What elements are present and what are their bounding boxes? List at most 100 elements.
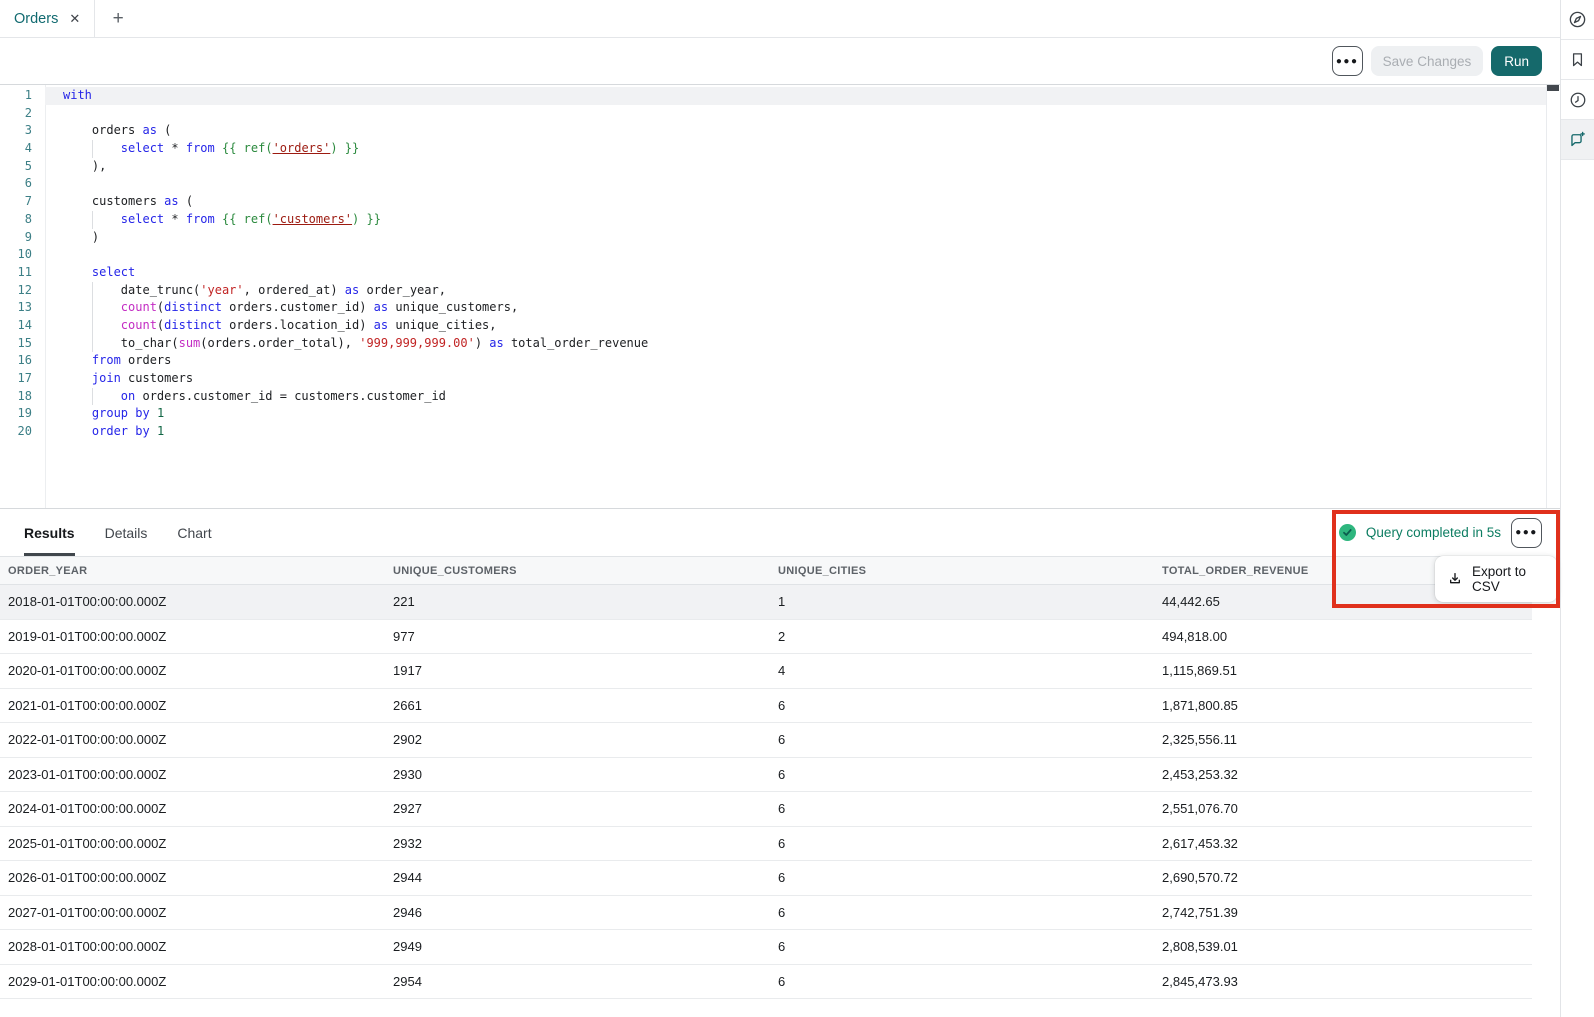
results-tab-results[interactable]: Results: [24, 509, 75, 556]
table-row[interactable]: 2026-01-01T00:00:00.000Z294462,690,570.7…: [0, 861, 1532, 896]
code-line-content: to_char(sum(orders.order_total), '999,99…: [45, 335, 1546, 353]
code-token: [63, 389, 121, 403]
line-number: 13: [0, 299, 45, 317]
code-line[interactable]: 8 select * from {{ ref('customers') }}: [0, 211, 1546, 229]
code-line[interactable]: 19 group by 1: [0, 405, 1546, 423]
code-token: distinct: [164, 300, 222, 314]
code-line-content: ): [45, 229, 1546, 247]
code-token: [63, 265, 92, 279]
code-token: unique_customers,: [388, 300, 518, 314]
more-options-button[interactable]: ●●●: [1332, 46, 1363, 76]
line-number: 2: [0, 105, 45, 123]
code-line-content: from orders: [45, 352, 1546, 370]
code-token: (: [179, 194, 193, 208]
line-number: 4: [0, 140, 45, 158]
code-token: from: [186, 212, 215, 226]
table-row[interactable]: 2021-01-01T00:00:00.000Z266161,871,800.8…: [0, 689, 1532, 724]
table-row[interactable]: 2025-01-01T00:00:00.000Z293262,617,453.3…: [0, 827, 1532, 862]
code-line[interactable]: 6: [0, 175, 1546, 193]
code-token: as: [374, 318, 388, 332]
table-row[interactable]: 2018-01-01T00:00:00.000Z221144,442.65: [0, 585, 1532, 620]
editor-tabbar: Orders ✕ +: [0, 0, 1560, 38]
code-line[interactable]: 9 ): [0, 229, 1546, 247]
table-row[interactable]: 2027-01-01T00:00:00.000Z294662,742,751.3…: [0, 896, 1532, 931]
tab-orders[interactable]: Orders ✕: [0, 0, 95, 37]
sidebar-item-history[interactable]: [1561, 80, 1594, 120]
code-line[interactable]: 1with: [0, 87, 1546, 105]
export-to-csv-menu-item[interactable]: Export to CSV: [1435, 556, 1557, 602]
results-tab-details[interactable]: Details: [105, 509, 148, 556]
line-number: 14: [0, 317, 45, 335]
table-cell: 1,115,869.51: [1154, 663, 1532, 678]
code-token: [150, 406, 157, 420]
table-row[interactable]: 2022-01-01T00:00:00.000Z290262,325,556.1…: [0, 723, 1532, 758]
table-row[interactable]: 2029-01-01T00:00:00.000Z295462,845,473.9…: [0, 965, 1532, 1000]
table-row[interactable]: 2028-01-01T00:00:00.000Z294962,808,539.0…: [0, 930, 1532, 965]
close-icon[interactable]: ✕: [69, 12, 80, 25]
results-table-body: 2018-01-01T00:00:00.000Z221144,442.65201…: [0, 585, 1560, 999]
save-changes-button[interactable]: Save Changes: [1371, 46, 1484, 76]
code-token: orders.location_id): [222, 318, 374, 332]
code-line[interactable]: 20 order by 1: [0, 423, 1546, 441]
code-token: ),: [63, 159, 106, 173]
code-token: orders.customer_id): [222, 300, 374, 314]
line-number: 17: [0, 370, 45, 388]
table-row[interactable]: 2019-01-01T00:00:00.000Z9772494,818.00: [0, 620, 1532, 655]
code-line[interactable]: 17 join customers: [0, 370, 1546, 388]
table-cell: 2946: [385, 905, 770, 920]
table-row[interactable]: 2024-01-01T00:00:00.000Z292762,551,076.7…: [0, 792, 1532, 827]
table-cell: 221: [385, 594, 770, 609]
table-cell: 2019-01-01T00:00:00.000Z: [0, 629, 385, 644]
code-line[interactable]: 15 to_char(sum(orders.order_total), '999…: [0, 335, 1546, 353]
code-token: 'orders': [273, 141, 331, 155]
code-token: customers: [63, 194, 164, 208]
table-cell: 2028-01-01T00:00:00.000Z: [0, 939, 385, 954]
sidebar-item-compass[interactable]: [1561, 0, 1594, 40]
code-line[interactable]: 12 date_trunc('year', ordered_at) as ord…: [0, 282, 1546, 300]
code-line[interactable]: 2: [0, 105, 1546, 123]
code-token: *: [164, 141, 186, 155]
results-tab-chart[interactable]: Chart: [177, 509, 211, 556]
code-token: from: [186, 141, 215, 155]
editor-scrollbar-thumb[interactable]: [1547, 85, 1559, 91]
results-more-options-button[interactable]: ●●●: [1511, 518, 1542, 548]
code-line[interactable]: 3 orders as (: [0, 122, 1546, 140]
code-token: , ordered_at): [244, 283, 345, 297]
table-cell: 6: [770, 732, 1154, 747]
code-line[interactable]: 14 count(distinct orders.location_id) as…: [0, 317, 1546, 335]
code-token: [150, 424, 157, 438]
code-line[interactable]: 18 on orders.customer_id = customers.cus…: [0, 388, 1546, 406]
sidebar-item-feedback-add[interactable]: [1561, 120, 1594, 160]
ide-window: Orders ✕ + ●●● Save Changes Run 1with23 …: [0, 0, 1594, 1017]
table-cell: 2020-01-01T00:00:00.000Z: [0, 663, 385, 678]
column-header: UNIQUE_CUSTOMERS: [385, 565, 770, 577]
new-tab-button[interactable]: +: [95, 0, 141, 37]
table-cell: 1,871,800.85: [1154, 698, 1532, 713]
code-line-content: select * from {{ ref('customers') }}: [45, 211, 1546, 229]
code-line[interactable]: 7 customers as (: [0, 193, 1546, 211]
code-token: [63, 318, 121, 332]
table-cell: 4: [770, 663, 1154, 678]
code-line[interactable]: 13 count(distinct orders.customer_id) as…: [0, 299, 1546, 317]
table-cell: 2029-01-01T00:00:00.000Z: [0, 974, 385, 989]
table-row[interactable]: 2020-01-01T00:00:00.000Z191741,115,869.5…: [0, 654, 1532, 689]
code-line[interactable]: 4 select * from {{ ref('orders') }}: [0, 140, 1546, 158]
query-status: Query completed in 5s ●●●: [1339, 509, 1560, 556]
code-line-content: count(distinct orders.location_id) as un…: [45, 317, 1546, 335]
code-line[interactable]: 5 ),: [0, 158, 1546, 176]
table-row[interactable]: 2023-01-01T00:00:00.000Z293062,453,253.3…: [0, 758, 1532, 793]
code-line[interactable]: 10: [0, 246, 1546, 264]
table-cell: 2932: [385, 836, 770, 851]
code-token: order by: [92, 424, 150, 438]
table-cell: 6: [770, 905, 1154, 920]
code-line[interactable]: 16 from orders: [0, 352, 1546, 370]
download-icon: [1447, 571, 1463, 587]
history-icon: [1569, 91, 1587, 109]
sidebar-item-bookmark[interactable]: [1561, 40, 1594, 80]
run-button[interactable]: Run: [1491, 46, 1542, 76]
code-line[interactable]: 11 select: [0, 264, 1546, 282]
code-line-content: join customers: [45, 370, 1546, 388]
code-editor[interactable]: 1with23 orders as (4 select * from {{ re…: [0, 85, 1546, 508]
bookmark-icon: [1569, 51, 1586, 68]
table-cell: 2,690,570.72: [1154, 870, 1532, 885]
